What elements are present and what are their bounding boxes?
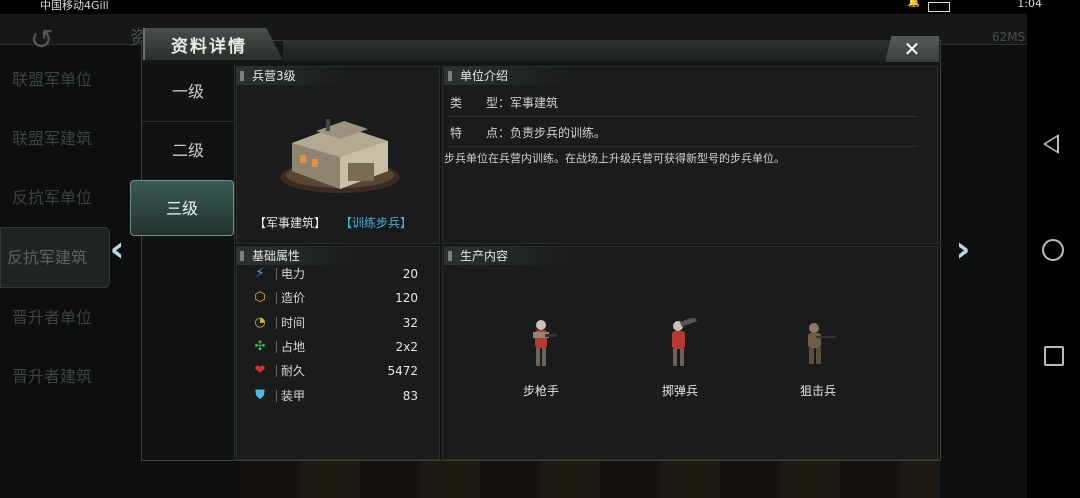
notification-icon: 🔔 [907, 0, 920, 8]
attr-row-cost: ⬡ 造价 120 [250, 287, 422, 309]
divider [448, 146, 918, 147]
clock-icon: ◔ [254, 315, 266, 330]
clock-label: 1:04 [1017, 0, 1042, 10]
sniper-figure [808, 323, 836, 364]
unit-name: 步枪手 [522, 384, 559, 398]
close-button[interactable]: ✕ [885, 36, 939, 62]
attr-label: 耐久 [281, 364, 306, 378]
feature-label: 特 点： [450, 126, 511, 140]
carrier-label: 中国移动4Gill [40, 0, 109, 12]
attr-row-armor: ⛊ 装甲 83 [250, 385, 422, 407]
next-arrow-icon[interactable]: › [946, 230, 980, 270]
lightning-icon: ⚡ [255, 266, 265, 281]
tag-building-type: 【军事建筑】 [254, 216, 327, 230]
building-name: 兵营3级 [236, 67, 346, 85]
attr-value: 120 [395, 291, 418, 305]
menu-item-allied-buildings[interactable]: 联盟军建筑 [0, 109, 110, 168]
attr-label: 装甲 [281, 389, 306, 403]
type-label: 类 型： [450, 96, 511, 110]
attr-label: 占地 [281, 340, 306, 354]
level-tabs: 一级 二级 [142, 63, 235, 459]
status-bar: 中国移动4Gill 🔔 1:04 [0, 0, 1080, 14]
attr-row-footprint: ✣ 占地 2x2 [250, 336, 422, 358]
nav-home-icon[interactable] [1042, 239, 1064, 261]
unit-grenadier[interactable]: 掷弹兵 [645, 316, 715, 399]
attr-label: 电力 [281, 267, 306, 281]
attr-row-time: ◔ 时间 32 [250, 312, 422, 334]
tab-level-2[interactable]: 二级 [142, 121, 234, 180]
tab-level-1[interactable]: 一级 [142, 63, 234, 121]
attr-value: 5472 [387, 364, 418, 378]
nav-recents-icon[interactable] [1044, 346, 1064, 366]
category-menu: 联盟军单位 联盟军建筑 反抗军单位 反抗军建筑 晋升者单位 晋升者建筑 [0, 50, 110, 406]
attr-label: 时间 [281, 316, 306, 330]
unit-description: 步兵单位在兵营内训练。在战场上升级兵营可获得新型号的步兵单位。 [444, 152, 785, 165]
attr-row-power: ⚡ 电力 20 [250, 263, 422, 285]
background-building-strip [240, 458, 940, 498]
intro-title: 单位介绍 [444, 67, 574, 85]
menu-item-resistance-buildings[interactable]: 反抗军建筑 [0, 227, 110, 288]
barracks-image [280, 119, 400, 193]
system-nav-bar [1027, 14, 1080, 498]
unit-sniper[interactable]: 狙击兵 [783, 318, 853, 399]
feature-row: 特 点：负责步兵的训练。 [450, 124, 606, 141]
rifleman-figure [533, 320, 557, 366]
attr-value: 20 [402, 267, 418, 281]
latency-label: 62MS [992, 30, 1026, 44]
unit-rifleman[interactable]: 步枪手 [506, 318, 576, 399]
attr-label: 造价 [281, 291, 306, 305]
area-icon: ✣ [254, 339, 266, 354]
menu-item-resistance-units[interactable]: 反抗军单位 [0, 168, 110, 227]
battery-icon [928, 2, 950, 12]
menu-item-ascended-buildings[interactable]: 晋升者建筑 [0, 347, 110, 406]
attr-value: 2x2 [395, 340, 418, 354]
nav-back-icon[interactable] [1043, 134, 1059, 154]
unit-name: 掷弹兵 [661, 384, 698, 398]
tag-building-role: 【训练步兵】 [340, 216, 413, 230]
attr-row-durability: ❤ 耐久 5472 [250, 360, 422, 382]
feature-value: 负责步兵的训练。 [510, 126, 607, 140]
dialog-title: 资料详情 [171, 37, 247, 57]
type-value: 军事建筑 [510, 96, 559, 110]
unit-name: 狙击兵 [799, 384, 836, 398]
menu-item-allied-units[interactable]: 联盟军单位 [0, 50, 110, 109]
menu-item-ascended-units[interactable]: 晋升者单位 [0, 288, 110, 347]
cube-icon: ⬡ [254, 290, 266, 305]
heart-icon: ❤ [254, 363, 266, 378]
type-row: 类 型：军事建筑 [450, 94, 558, 111]
production-title: 生产内容 [444, 247, 574, 265]
divider [448, 116, 918, 117]
grenadier-figure [672, 316, 697, 366]
prev-arrow-icon[interactable]: ‹ [100, 230, 134, 270]
dialog-title-tab: 资料详情 [143, 28, 283, 60]
dialog-header-bar [283, 40, 893, 62]
attr-value: 83 [402, 389, 418, 403]
attr-value: 32 [402, 316, 418, 330]
armor-icon: ⛊ [255, 388, 265, 403]
tab-level-3[interactable]: 三级 [130, 180, 234, 236]
